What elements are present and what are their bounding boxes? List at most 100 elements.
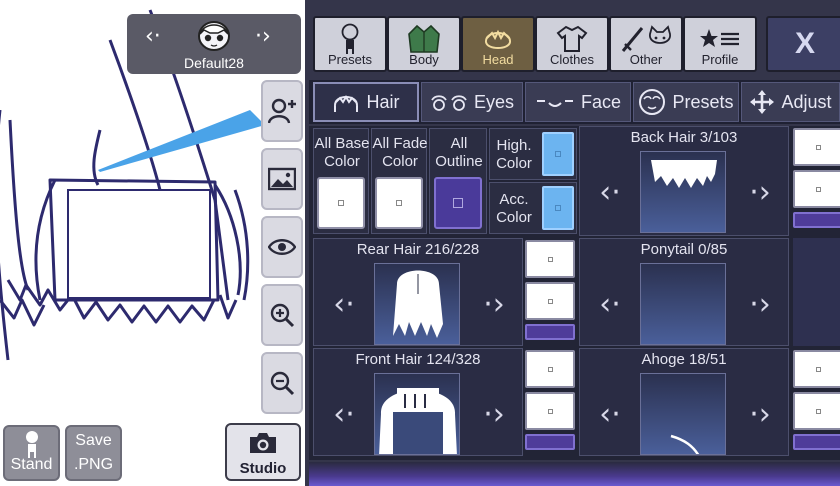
ahoge-color-1[interactable] xyxy=(793,350,840,388)
panel-bottom-strip xyxy=(309,462,840,486)
studio-button[interactable]: Studio xyxy=(225,423,301,481)
studio-label: Studio xyxy=(239,460,287,477)
back-hair-color-2[interactable] xyxy=(793,170,840,208)
ahoge-outline-color[interactable] xyxy=(793,434,840,450)
high-label-line2: Color xyxy=(496,155,532,172)
rear-hair-color-1[interactable] xyxy=(525,240,575,278)
high-label-line1: High. xyxy=(496,137,532,154)
front-hair-prev-button[interactable]: ‹· xyxy=(314,373,374,455)
tab-label: Hair xyxy=(366,91,400,112)
highlight-color-swatch[interactable] xyxy=(542,132,574,176)
category-clothes[interactable]: Clothes xyxy=(535,16,609,72)
character-canvas[interactable]: ‹· ·› Default28 Stand Save .PNG Studio xyxy=(0,0,305,486)
save-label: Save xyxy=(75,432,112,449)
previous-character-button[interactable]: ‹· xyxy=(145,24,161,49)
rear-hair-thumbnail[interactable] xyxy=(374,263,460,345)
category-presets[interactable]: Presets xyxy=(313,16,387,72)
save-png-button[interactable]: Save .PNG xyxy=(65,425,122,481)
ahoge-prev-button[interactable]: ‹· xyxy=(580,373,640,455)
ahoge-next-button[interactable]: ·› xyxy=(730,373,790,455)
part-title: Ponytail 0/85 xyxy=(640,241,728,258)
all-fade-color-option: All Fade Color xyxy=(371,128,428,234)
stand-label: Stand xyxy=(10,456,53,473)
tab-label: Adjust xyxy=(781,91,832,112)
all-base-color-option: All Base Color xyxy=(313,128,370,234)
category-profile[interactable]: Profile xyxy=(683,16,757,72)
sword-cat-icon xyxy=(621,25,671,52)
acc-label-line1: Acc. xyxy=(499,191,529,208)
ponytail-next-button[interactable]: ·› xyxy=(730,263,790,345)
rear-hair-prev-button[interactable]: ‹· xyxy=(314,263,374,345)
jacket-icon xyxy=(408,24,440,53)
background-button[interactable] xyxy=(261,148,303,210)
part-title: Back Hair 3/103 xyxy=(630,129,738,146)
add-character-icon xyxy=(268,98,296,124)
stand-button[interactable]: Stand xyxy=(3,425,60,481)
all-fade-label-line2: Color xyxy=(382,153,418,170)
move-arrows-icon xyxy=(750,90,775,114)
ponytail-prev-button[interactable]: ‹· xyxy=(580,263,640,345)
stand-figure-icon xyxy=(25,431,38,458)
ahoge-color-2[interactable] xyxy=(793,392,840,430)
sub-tab-bar: Hair Eyes Face Presets Adjust xyxy=(309,80,840,124)
rear-hair-next-button[interactable]: ·› xyxy=(464,263,524,345)
zoom-out-icon xyxy=(270,371,295,396)
face-icon xyxy=(536,100,573,107)
visibility-button[interactable] xyxy=(261,216,303,278)
zoom-in-icon xyxy=(270,303,295,328)
back-hair-prev-button[interactable]: ‹· xyxy=(580,151,640,233)
ahoge-thumbnail[interactable] xyxy=(640,373,726,455)
zoom-out-button[interactable] xyxy=(261,352,303,414)
character-avatar-icon xyxy=(196,20,232,52)
tab-adjust[interactable]: Adjust xyxy=(741,82,840,122)
tab-label: Presets xyxy=(672,91,734,112)
back-hair-selector: Back Hair 3/103 ‹· ·› xyxy=(579,126,789,236)
add-character-button[interactable] xyxy=(261,80,303,142)
tab-label: Eyes xyxy=(473,91,515,112)
shirt-icon xyxy=(556,25,588,52)
rear-hair-color-2[interactable] xyxy=(525,282,575,320)
all-base-color-swatch[interactable] xyxy=(317,177,365,229)
ahoge-selector: Ahoge 18/51 ‹· ·› xyxy=(579,348,789,456)
front-hair-outline-color[interactable] xyxy=(525,434,575,450)
category-bar: Presets Body Head Clothes Other Profile … xyxy=(309,14,840,76)
back-hair-outline-color[interactable] xyxy=(793,212,840,228)
all-base-label-line1: All Base xyxy=(314,135,370,152)
accessory-color-option: Acc. Color xyxy=(489,182,577,234)
category-head[interactable]: Head xyxy=(461,16,535,72)
back-hair-next-button[interactable]: ·› xyxy=(730,151,790,233)
category-other[interactable]: Other xyxy=(609,16,683,72)
rear-hair-selector: Rear Hair 216/228 ‹· ·› xyxy=(313,238,523,346)
all-fade-color-swatch[interactable] xyxy=(375,177,423,229)
highlight-color-option: High. Color xyxy=(489,128,577,180)
tab-eyes[interactable]: Eyes xyxy=(421,82,523,122)
ponytail-thumbnail[interactable] xyxy=(640,263,726,345)
tab-hair[interactable]: Hair xyxy=(313,82,419,122)
tab-label: Face xyxy=(580,91,622,112)
back-hair-color-1[interactable] xyxy=(793,128,840,166)
front-hair-color-2[interactable] xyxy=(525,392,575,430)
all-outline-option: All Outline xyxy=(429,128,487,234)
tab-face[interactable]: Face xyxy=(525,82,631,122)
preset-face-icon xyxy=(639,89,666,115)
category-label: Body xyxy=(409,52,439,67)
close-button[interactable]: X xyxy=(766,16,840,72)
eyes-icon xyxy=(431,95,467,111)
tab-presets[interactable]: Presets xyxy=(633,82,739,122)
category-label: Profile xyxy=(701,52,739,67)
rear-hair-outline-color[interactable] xyxy=(525,324,575,340)
front-hair-next-button[interactable]: ·› xyxy=(464,373,524,455)
category-label: Clothes xyxy=(549,52,595,67)
zoom-in-button[interactable] xyxy=(261,284,303,346)
category-label: Other xyxy=(629,52,663,67)
front-hair-color-1[interactable] xyxy=(525,350,575,388)
next-character-button[interactable]: ·› xyxy=(255,24,271,49)
category-body[interactable]: Body xyxy=(387,16,461,72)
all-outline-label-line1: All xyxy=(450,135,468,152)
all-outline-color-swatch[interactable] xyxy=(434,177,482,229)
part-title: Rear Hair 216/228 xyxy=(356,241,480,258)
back-hair-thumbnail[interactable] xyxy=(640,151,726,233)
png-label: .PNG xyxy=(73,456,114,473)
accessory-color-swatch[interactable] xyxy=(542,186,574,230)
front-hair-thumbnail[interactable] xyxy=(374,373,460,455)
